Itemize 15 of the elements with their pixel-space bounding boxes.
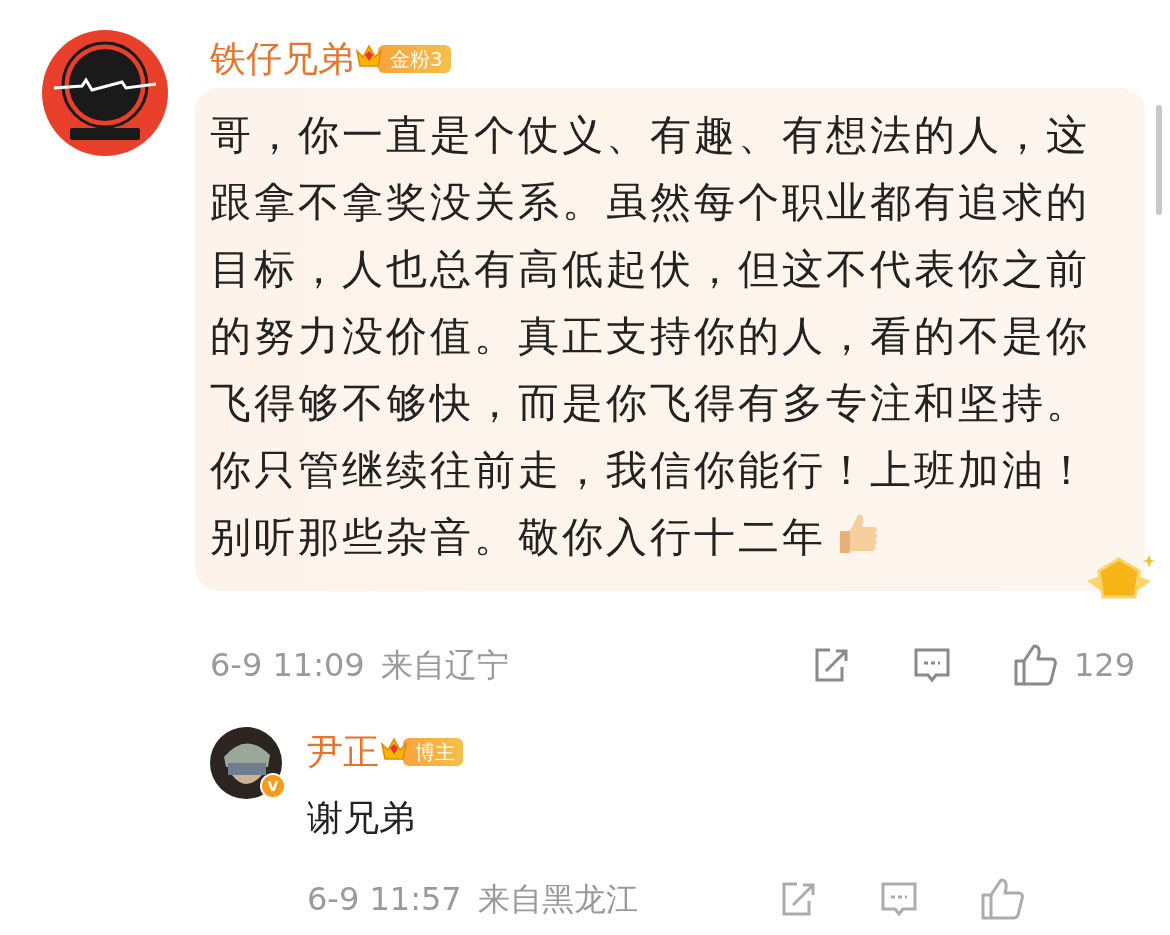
comment-text: 哥，你一直是个仗义、有趣、有想法的人，这跟拿不拿奖没关系。虽然每个职业都有追求的目标，人也总有高低起伏，但这不代表你之前的努力没价值。真正支持你的人，看的不是你飞得够不够快，而是你飞得有多专注和坚持。你只管继续往前走，我信你能行！上班加油！别听那些杂音。敬你入行十二年 — [210, 110, 1091, 563]
author-name[interactable]: 尹正 — [307, 725, 379, 779]
thumbs-up-icon[interactable] — [979, 877, 1025, 921]
comment-location: 来自辽宁 — [380, 645, 509, 686]
comment-time: 6-9 11:09 — [210, 645, 365, 686]
avatar[interactable] — [42, 30, 168, 156]
user-badge: 金粉3 — [378, 45, 451, 73]
reply-time: 6-9 11:57 — [307, 879, 462, 920]
author-name[interactable]: 铁仔兄弟 — [210, 32, 354, 86]
user-badge: 博主 — [403, 738, 463, 766]
like-count: 129 — [1073, 645, 1135, 686]
reply-location: 来自黑龙江 — [477, 879, 638, 920]
avatar[interactable] — [210, 727, 282, 799]
reply-text: 谢兄弟 — [307, 796, 416, 840]
verified-badge: V — [260, 773, 286, 799]
